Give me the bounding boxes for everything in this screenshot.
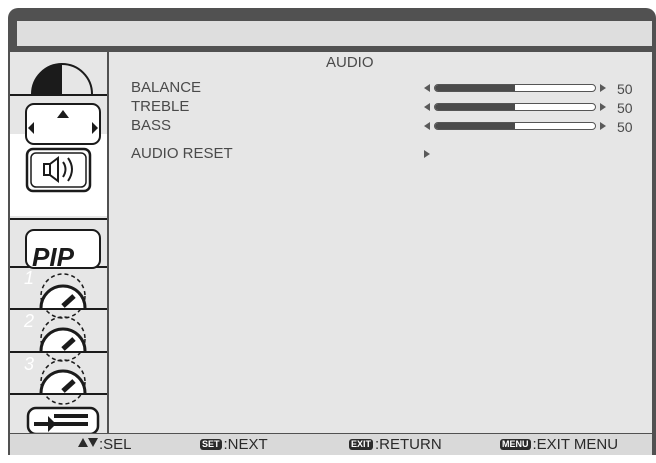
pip-label: PIP bbox=[32, 242, 75, 272]
footer-return-text: :RETURN bbox=[375, 436, 442, 453]
footer-exit-menu: MENU:EXIT MENU bbox=[500, 437, 618, 453]
set-key-badge: SET bbox=[200, 439, 222, 450]
audio-reset-label[interactable]: AUDIO RESET bbox=[131, 146, 233, 162]
right-arrow-icon[interactable] bbox=[600, 84, 606, 92]
left-arrow-icon[interactable] bbox=[424, 84, 430, 92]
sidebar-icons: PIP 1 2 3 bbox=[23, 63, 101, 433]
up-arrow-icon bbox=[78, 438, 88, 447]
right-arrow-icon[interactable] bbox=[600, 122, 606, 130]
left-arrow-icon[interactable] bbox=[424, 103, 430, 111]
bass-value: 50 bbox=[617, 119, 633, 135]
footer-next: SET:NEXT bbox=[200, 437, 268, 453]
exit-key-badge: EXIT bbox=[349, 439, 374, 450]
left-arrow-icon[interactable] bbox=[424, 122, 430, 130]
slider-fill bbox=[435, 104, 515, 110]
treble-slider[interactable] bbox=[424, 101, 608, 113]
config2-label: 2 bbox=[23, 311, 34, 331]
config3-label: 3 bbox=[24, 354, 34, 374]
slider-track[interactable] bbox=[434, 103, 596, 111]
footer-sel: :SEL bbox=[78, 437, 132, 453]
bass-slider[interactable] bbox=[424, 120, 608, 132]
slider-fill bbox=[435, 85, 515, 91]
footer-return: EXIT:RETURN bbox=[349, 437, 442, 453]
right-arrow-icon[interactable] bbox=[600, 103, 606, 111]
down-arrow-icon bbox=[88, 438, 98, 447]
footer-sel-text: :SEL bbox=[99, 436, 132, 453]
balance-value: 50 bbox=[617, 81, 633, 97]
bass-label[interactable]: BASS bbox=[131, 118, 171, 134]
balance-slider[interactable] bbox=[424, 82, 608, 94]
footer-next-text: :NEXT bbox=[223, 436, 268, 453]
config3-icon bbox=[39, 359, 87, 405]
slider-track[interactable] bbox=[434, 84, 596, 92]
title-bar bbox=[17, 21, 652, 46]
input-icon bbox=[26, 406, 100, 433]
right-arrow-icon[interactable] bbox=[424, 150, 430, 158]
config1-label: 1 bbox=[24, 268, 34, 288]
treble-label[interactable]: TREBLE bbox=[131, 99, 189, 115]
slider-fill bbox=[435, 123, 515, 129]
screen-icon bbox=[25, 103, 101, 145]
config1-icon bbox=[39, 273, 87, 319]
balance-label[interactable]: BALANCE bbox=[131, 80, 201, 96]
menu-title: AUDIO bbox=[326, 54, 374, 71]
picture-icon bbox=[31, 63, 93, 95]
slider-track[interactable] bbox=[434, 122, 596, 130]
menu-key-badge: MENU bbox=[500, 439, 531, 450]
footer-exit-menu-text: :EXIT MENU bbox=[532, 436, 619, 453]
treble-value: 50 bbox=[617, 100, 633, 116]
audio-icon bbox=[25, 147, 92, 193]
config2-icon bbox=[39, 316, 87, 362]
